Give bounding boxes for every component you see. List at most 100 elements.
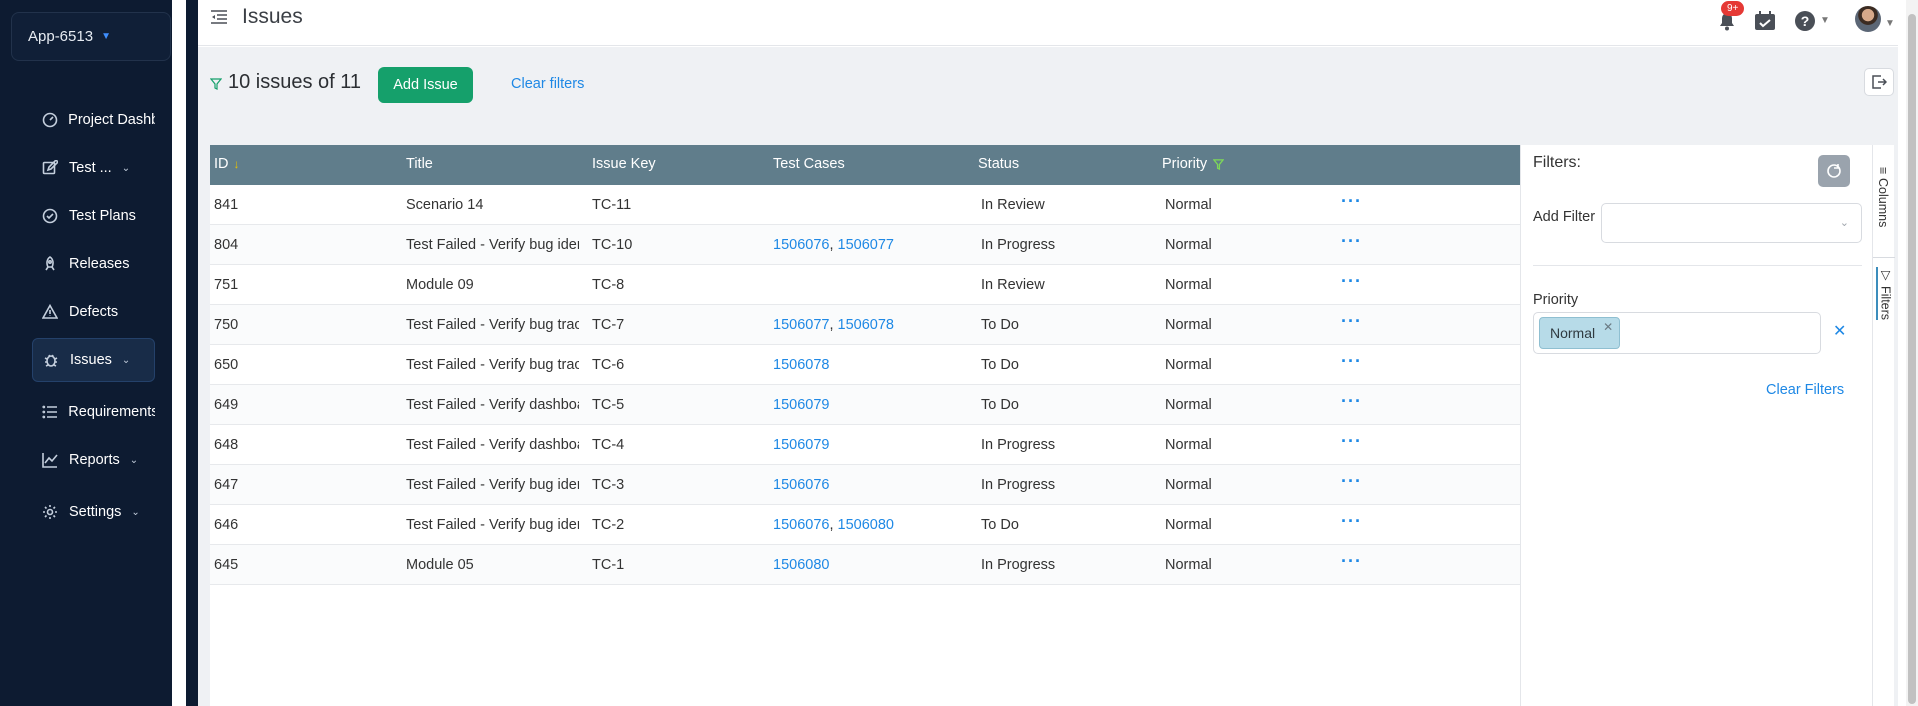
chip-remove-icon[interactable]: ✕ (1603, 320, 1613, 334)
more-actions-icon[interactable]: ··· (1341, 231, 1362, 252)
col-status[interactable]: Status (978, 156, 1019, 172)
col-issue-key[interactable]: Issue Key (592, 156, 656, 172)
help-icon[interactable]: ? (1795, 11, 1815, 31)
sidebar-item-project-dashb[interactable]: Project Dashb (32, 98, 155, 142)
more-actions-icon[interactable]: ··· (1341, 511, 1362, 532)
sidebar-item-test[interactable]: Test ... ⌄ (32, 146, 155, 190)
test-case-link[interactable]: 1506077 (773, 317, 829, 333)
table-row[interactable]: 750 Test Failed - Verify bug tracl TC-7 150… (210, 305, 1520, 345)
export-button[interactable] (1864, 68, 1894, 96)
test-case-link[interactable]: 1506076 (773, 477, 829, 493)
cell-status: To Do (981, 397, 1019, 413)
tab-filters-label: Filters (1878, 286, 1893, 321)
more-actions-icon[interactable]: ··· (1341, 391, 1362, 412)
tab-divider (1873, 257, 1895, 258)
table-row[interactable]: 646 Test Failed - Verify bug iden TC-2 1506… (210, 505, 1520, 545)
test-case-link[interactable]: 1506079 (773, 397, 829, 413)
table-row[interactable]: 648 Test Failed - Verify dashboa TC-4 15060… (210, 425, 1520, 465)
sidebar-item-label: Reports (69, 452, 120, 468)
priority-chip-label: Normal (1550, 325, 1596, 341)
test-case-link[interactable]: 1506076 (773, 237, 829, 253)
more-actions-icon[interactable]: ··· (1341, 191, 1362, 212)
top-header: Issues 9+ ? ▼ ▼ (198, 0, 1898, 46)
cell-priority: Normal (1165, 357, 1212, 373)
sidebar-item-reports[interactable]: Reports ⌄ (32, 438, 155, 482)
help-caret-icon[interactable]: ▼ (1820, 15, 1830, 26)
tab-columns[interactable]: ≡ Columns (1876, 167, 1890, 228)
refresh-button[interactable] (1818, 155, 1850, 187)
clear-filters-link[interactable]: Clear filters (511, 76, 584, 92)
page-scrollbar[interactable] (1906, 0, 1918, 706)
collapse-menu-icon[interactable] (210, 9, 228, 25)
col-test-cases[interactable]: Test Cases (773, 156, 845, 172)
caret-down-icon: ▼ (101, 31, 111, 42)
cell-test-cases: 1506080 (773, 557, 829, 573)
cell-test-cases: 1506077, 1506078 (773, 317, 894, 333)
cell-title[interactable]: Test Failed - Verify bug tracl (406, 357, 579, 373)
scrollbar-thumb[interactable] (1908, 14, 1916, 704)
calendar-check-icon[interactable] (1754, 11, 1776, 31)
app-selector[interactable]: App-6513 ▼ (11, 12, 171, 61)
clear-filters-button[interactable]: Clear Filters (1766, 382, 1844, 398)
cell-id: 648 (214, 437, 239, 453)
sidebar-item-label: Settings (69, 504, 122, 520)
cell-issue-key: TC-3 (592, 477, 625, 493)
check-circle-icon (41, 207, 59, 225)
columns-icon: ≡ (1876, 167, 1890, 175)
test-case-link[interactable]: 1506080 (773, 557, 829, 573)
table-row[interactable]: 645 Module 05 TC-1 1506080 In Progress Normal… (210, 545, 1520, 585)
avatar-caret-icon[interactable]: ▼ (1885, 18, 1895, 29)
cell-priority: Normal (1165, 397, 1212, 413)
sidebar-item-test-plans[interactable]: Test Plans (32, 194, 155, 238)
table-row[interactable]: 650 Test Failed - Verify bug tracl TC-6 150… (210, 345, 1520, 385)
col-priority[interactable]: Priority (1162, 156, 1225, 172)
sidebar-item-defects[interactable]: Defects (32, 290, 155, 334)
chevron-down-icon: ⌄ (131, 506, 140, 518)
more-actions-icon[interactable]: ··· (1341, 551, 1362, 572)
more-actions-icon[interactable]: ··· (1341, 271, 1362, 292)
cell-title[interactable]: Test Failed - Verify dashboa (406, 397, 579, 413)
add-filter-select[interactable]: ⌄ (1601, 203, 1862, 243)
table-row[interactable]: 647 Test Failed - Verify bug iden TC-3 1506… (210, 465, 1520, 505)
more-actions-icon[interactable]: ··· (1341, 351, 1362, 372)
priority-chip[interactable]: Normal ✕ (1539, 317, 1621, 349)
test-case-link[interactable]: 1506077 (838, 237, 894, 253)
table-row[interactable]: 751 Module 09 TC-8 In Review Normal ··· (210, 265, 1520, 305)
sidebar-item-settings[interactable]: Settings ⌄ (32, 490, 155, 534)
test-case-link[interactable]: 1506078 (773, 357, 829, 373)
cell-priority: Normal (1165, 277, 1212, 293)
test-case-link[interactable]: 1506076 (773, 517, 829, 533)
priority-filter-label: Priority (1533, 292, 1579, 308)
table-row[interactable]: 841 Scenario 14 TC-11 In Review Normal ··· (210, 185, 1520, 225)
test-case-link[interactable]: 1506078 (838, 317, 894, 333)
cell-title[interactable]: Test Failed - Verify bug tracl (406, 317, 579, 333)
sidebar-item-issues[interactable]: Issues ⌄ (32, 338, 155, 382)
add-issue-button[interactable]: Add Issue (378, 67, 473, 103)
cell-title[interactable]: Test Failed - Verify bug iden (406, 477, 579, 493)
table-row[interactable]: 804 Test Failed - Verify bug iden TC-10 150… (210, 225, 1520, 265)
cell-title[interactable]: Scenario 14 (406, 197, 579, 213)
cell-title[interactable]: Module 09 (406, 277, 579, 293)
more-actions-icon[interactable]: ··· (1341, 311, 1362, 332)
warning-icon (41, 303, 59, 321)
cell-id: 647 (214, 477, 239, 493)
col-id[interactable]: ID ↓ (214, 156, 240, 172)
sidebar-item-label: Issues (70, 352, 112, 368)
cell-title[interactable]: Test Failed - Verify bug iden (406, 517, 579, 533)
sidebar-item-releases[interactable]: Releases (32, 242, 155, 286)
test-case-link[interactable]: 1506079 (773, 437, 829, 453)
cell-status: In Progress (981, 437, 1056, 453)
cell-title[interactable]: Module 05 (406, 557, 579, 573)
table-row[interactable]: 649 Test Failed - Verify dashboa TC-5 15060… (210, 385, 1520, 425)
sidebar-item-requirements[interactable]: Requirements (32, 390, 155, 434)
tab-filters[interactable]: ▽ Filters (1876, 267, 1893, 321)
remove-filter-icon[interactable]: ✕ (1833, 321, 1846, 341)
more-actions-icon[interactable]: ··· (1341, 431, 1362, 452)
priority-filter-input[interactable]: Normal ✕ (1533, 312, 1821, 354)
avatar[interactable] (1855, 6, 1881, 32)
more-actions-icon[interactable]: ··· (1341, 471, 1362, 492)
cell-title[interactable]: Test Failed - Verify bug iden (406, 237, 579, 253)
cell-title[interactable]: Test Failed - Verify dashboa (406, 437, 579, 453)
col-title[interactable]: Title (406, 156, 433, 172)
test-case-link[interactable]: 1506080 (838, 517, 894, 533)
